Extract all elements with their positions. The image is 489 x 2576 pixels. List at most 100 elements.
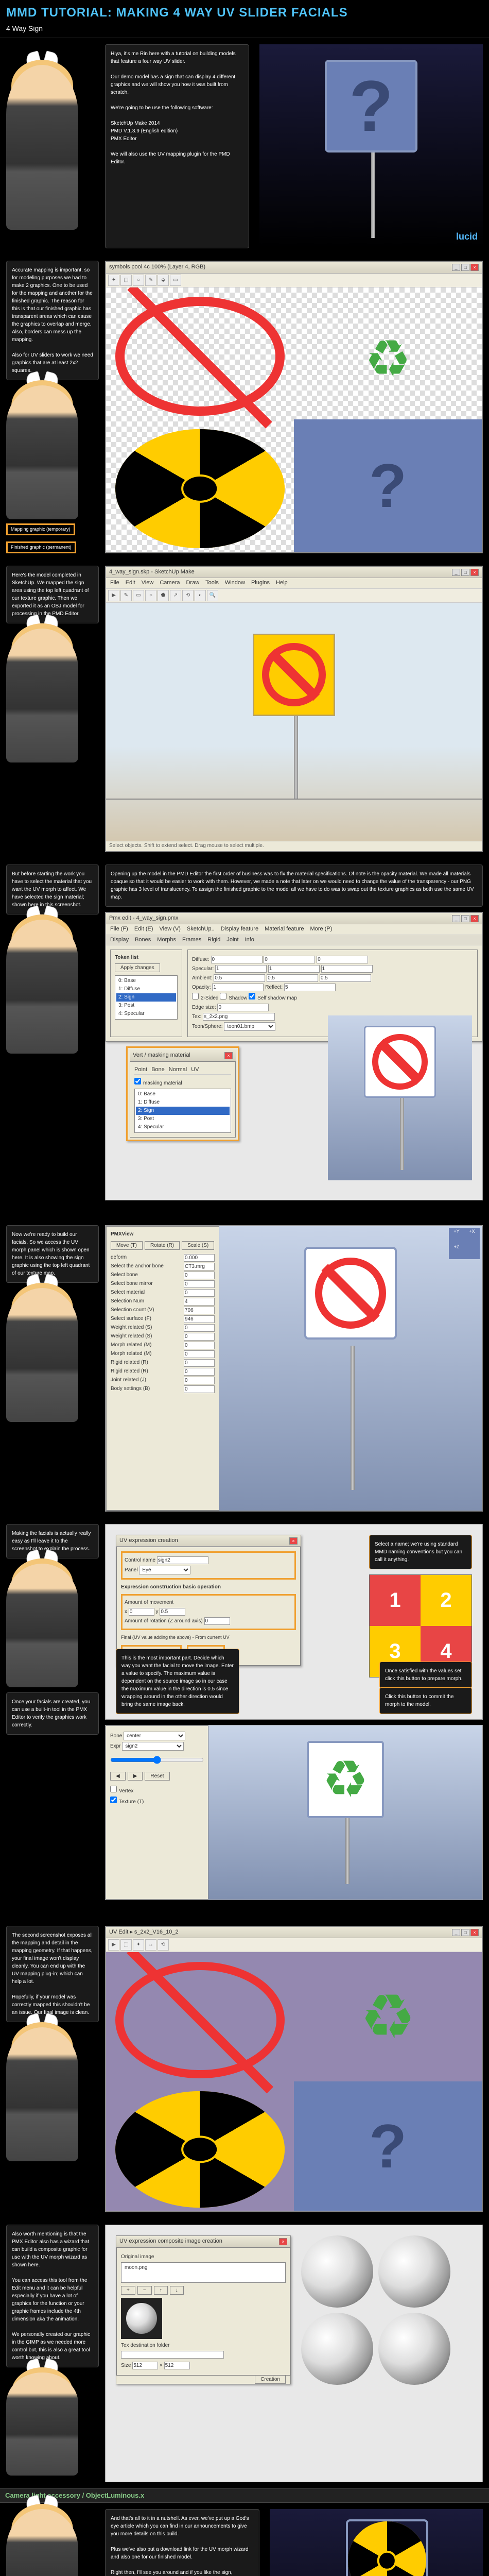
list-item[interactable]: 3: Post [136, 1115, 230, 1123]
menu-item[interactable]: View (V) [160, 925, 181, 933]
material-list[interactable]: 0: Base 1: Diffuse 2: Sign 3: Post 4: Sp… [115, 975, 178, 1020]
close-btn[interactable]: × [279, 2238, 287, 2245]
y-input[interactable] [160, 1608, 185, 1616]
close-btn[interactable]: × [224, 1052, 233, 1059]
menu-item[interactable]: Plugins [251, 579, 270, 587]
menu-item[interactable]: Help [276, 579, 288, 587]
apply-btn[interactable]: Apply changes [115, 963, 160, 972]
cb-shadow[interactable] [220, 993, 226, 999]
menu-item[interactable]: Display feature [221, 925, 258, 933]
tool-btn[interactable]: ⬙ [158, 275, 169, 286]
tab[interactable]: Rigid [207, 936, 220, 944]
tool[interactable]: ⟲ [158, 1939, 169, 1951]
diffuse-r[interactable] [211, 956, 263, 963]
close-btn[interactable]: × [470, 915, 479, 922]
menu-item[interactable]: More (P) [310, 925, 333, 933]
list-item[interactable]: 2: Sign [116, 993, 176, 1002]
maximize-btn[interactable]: □ [461, 915, 469, 922]
opacity[interactable] [212, 984, 264, 991]
minimize-btn[interactable]: _ [452, 264, 460, 271]
rotate-btn[interactable]: Rotate (R) [145, 1241, 180, 1250]
rot-input[interactable] [204, 1617, 230, 1625]
cb[interactable] [110, 1786, 117, 1792]
spec-g[interactable] [268, 965, 320, 973]
dest-input[interactable] [121, 2351, 224, 2359]
mask-list[interactable]: 0: Base 1: Diffuse 2: Sign 3: Post 4: Sp… [134, 1089, 231, 1133]
menu-item[interactable]: Draw [186, 579, 199, 587]
tool[interactable]: ◐ [195, 590, 206, 601]
size-input2[interactable] [164, 2362, 190, 2369]
menu-item[interactable]: View [142, 579, 154, 587]
tool[interactable]: ▶ [108, 590, 119, 601]
list-item[interactable]: 3: Post [116, 1002, 176, 1010]
scale-btn[interactable]: Scale (S) [182, 1241, 214, 1250]
menu-item[interactable]: Tools [205, 579, 219, 587]
tab[interactable]: Joint [226, 936, 238, 944]
tool[interactable]: 🔍 [207, 590, 218, 601]
maximize-btn[interactable]: □ [461, 264, 469, 271]
tool[interactable]: ⟲ [182, 590, 194, 601]
menu-item[interactable]: Edit (E) [134, 925, 153, 933]
close-btn[interactable]: × [470, 264, 479, 271]
expr-sel[interactable]: sign2 [122, 1742, 184, 1751]
creation-btn[interactable]: Creation [255, 2375, 286, 2384]
tex[interactable] [203, 1013, 275, 1021]
add-btn[interactable]: + [121, 2286, 135, 2295]
list-item[interactable]: 1: Diffuse [136, 1098, 230, 1107]
list-item[interactable]: 0: Base [116, 977, 176, 985]
list-item[interactable]: 4: Specular [116, 1010, 176, 1018]
maximize-btn[interactable]: □ [461, 569, 469, 576]
tab[interactable]: Bone [151, 1066, 165, 1074]
tool[interactable]: ⬟ [158, 590, 169, 601]
tool[interactable]: ✎ [120, 590, 132, 601]
spec-r[interactable] [215, 965, 267, 973]
src-list[interactable]: moon.png [121, 2262, 286, 2283]
list-item[interactable]: 0: Base [136, 1090, 230, 1098]
cb[interactable] [110, 1797, 117, 1803]
tool-btn[interactable]: ⬚ [120, 275, 132, 286]
menu-item[interactable]: Material feature [265, 925, 304, 933]
list-item[interactable]: 1: Diffuse [116, 985, 176, 993]
amb-g[interactable] [267, 974, 318, 982]
tool[interactable]: ↔ [145, 1939, 156, 1951]
toon-sel[interactable]: toon01.bmp [224, 1022, 275, 1031]
tab[interactable]: Morphs [157, 936, 176, 944]
edge[interactable] [217, 1004, 269, 1011]
cb-self[interactable] [249, 993, 255, 999]
minimize-btn[interactable]: _ [452, 915, 460, 922]
tab[interactable]: Display [110, 936, 129, 944]
tool[interactable]: ○ [145, 590, 156, 601]
close-btn[interactable]: × [289, 1537, 298, 1545]
cb-2side[interactable] [192, 993, 199, 999]
tab[interactable]: Normal [169, 1066, 187, 1074]
menu-item[interactable]: File [110, 579, 119, 587]
spec-b[interactable] [321, 965, 373, 973]
diffuse-g[interactable] [264, 956, 315, 963]
tab[interactable]: UV [191, 1066, 199, 1074]
list-item[interactable]: 2: Sign [136, 1107, 230, 1115]
tool[interactable]: ↗ [170, 590, 181, 601]
tool[interactable]: ✦ [133, 1939, 144, 1951]
del-btn[interactable]: − [137, 2286, 152, 2295]
tab[interactable]: Point [134, 1066, 147, 1074]
btn[interactable]: ◀ [110, 1772, 126, 1781]
menu-item[interactable]: SketchUp.. [187, 925, 215, 933]
amb-r[interactable] [214, 974, 265, 982]
dn-btn[interactable]: ↓ [170, 2286, 184, 2295]
tool[interactable]: ▭ [133, 590, 144, 601]
tool[interactable]: ⬚ [120, 1939, 132, 1951]
menu-item[interactable]: Camera [160, 579, 180, 587]
maximize-btn[interactable]: □ [461, 1929, 469, 1936]
up-btn[interactable]: ↑ [154, 2286, 168, 2295]
tab[interactable]: Frames [182, 936, 201, 944]
menu-item[interactable]: File (F) [110, 925, 128, 933]
size-input[interactable] [132, 2362, 158, 2369]
tool-btn[interactable]: ▭ [170, 275, 181, 286]
tool-btn[interactable]: ✦ [108, 275, 119, 286]
diffuse-b[interactable] [317, 956, 368, 963]
axis-gizmo[interactable]: +Y+X+Z [449, 1228, 480, 1259]
menu-item[interactable]: Edit [126, 579, 135, 587]
close-btn[interactable]: × [470, 1929, 479, 1936]
control-name[interactable] [157, 1556, 208, 1564]
panel-sel[interactable]: Eye [139, 1566, 190, 1574]
